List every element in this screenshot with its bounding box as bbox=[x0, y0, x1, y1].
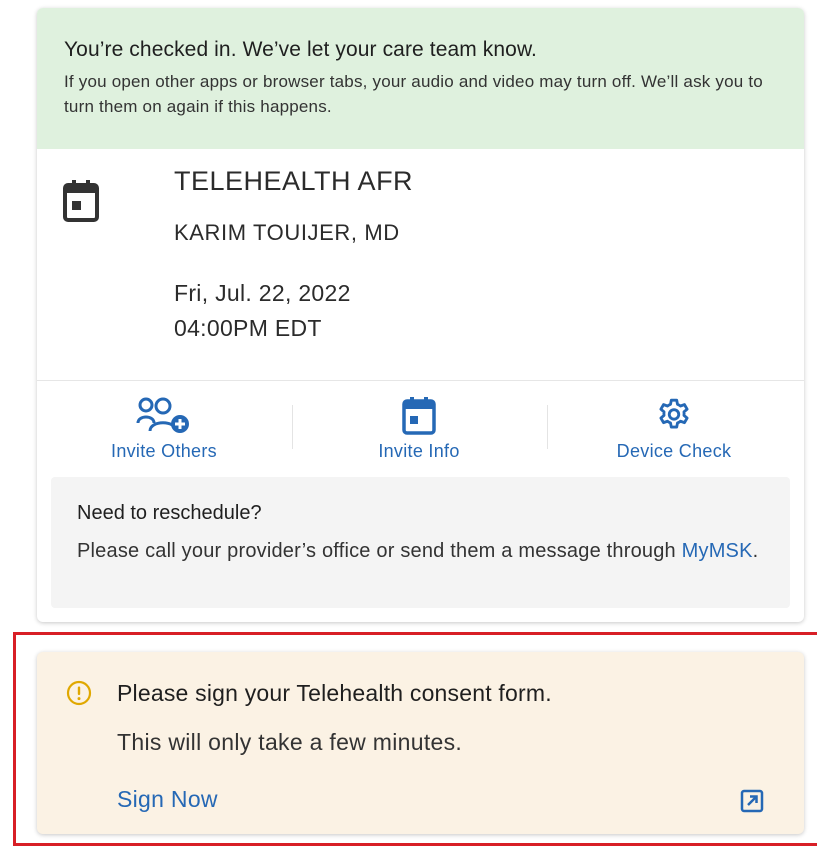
appointment-date: Fri, Jul. 22, 2022 bbox=[174, 280, 351, 306]
people-add-icon bbox=[136, 397, 189, 433]
reschedule-text: Please call your provider’s office or se… bbox=[77, 540, 682, 562]
reschedule-title: Need to reschedule? bbox=[77, 502, 262, 524]
device-check-button[interactable]: Device Check bbox=[574, 395, 774, 462]
reschedule-period: . bbox=[752, 540, 759, 562]
appointment-time: 04:00PM EDT bbox=[174, 315, 322, 341]
device-check-label: Device Check bbox=[616, 441, 732, 461]
warning-circle-icon bbox=[66, 680, 92, 706]
checked-in-banner: You’re checked in. We’ve let your care t… bbox=[37, 8, 804, 149]
appointment-card: You’re checked in. We’ve let your care t… bbox=[37, 8, 804, 622]
invite-info-label: Invite Info bbox=[378, 441, 460, 461]
gear-icon bbox=[659, 398, 689, 429]
action-divider bbox=[547, 405, 548, 449]
calendar-icon bbox=[63, 180, 99, 222]
banner-body: If you open other apps or browser tabs, … bbox=[64, 72, 763, 116]
banner-title: You’re checked in. We’ve let your care t… bbox=[64, 38, 537, 61]
consent-title: Please sign your Telehealth consent form… bbox=[117, 680, 552, 706]
invite-others-label: Invite Others bbox=[111, 441, 217, 461]
external-link-icon[interactable] bbox=[740, 789, 764, 813]
sign-now-link[interactable]: Sign Now bbox=[117, 786, 218, 813]
consent-body: This will only take a few minutes. bbox=[117, 729, 463, 755]
action-divider bbox=[292, 405, 293, 449]
action-bar: Invite Others Invite Info Device Check bbox=[37, 381, 804, 476]
appointment-title: TELEHEALTH AFR bbox=[174, 166, 414, 196]
calendar-icon bbox=[402, 397, 436, 435]
reschedule-box: Need to reschedule? Please call your pro… bbox=[51, 477, 790, 608]
invite-info-button[interactable]: Invite Info bbox=[319, 395, 519, 462]
reschedule-body: Please call your provider’s office or se… bbox=[77, 536, 764, 567]
consent-card: Please sign your Telehealth consent form… bbox=[37, 652, 804, 834]
appointment-details: TELEHEALTH AFR KARIM TOUIJER, MD Fri, Ju… bbox=[37, 149, 804, 381]
provider-name: KARIM TOUIJER, MD bbox=[174, 220, 400, 245]
invite-others-button[interactable]: Invite Others bbox=[64, 395, 264, 462]
mymsk-link[interactable]: MyMSK bbox=[682, 540, 753, 562]
